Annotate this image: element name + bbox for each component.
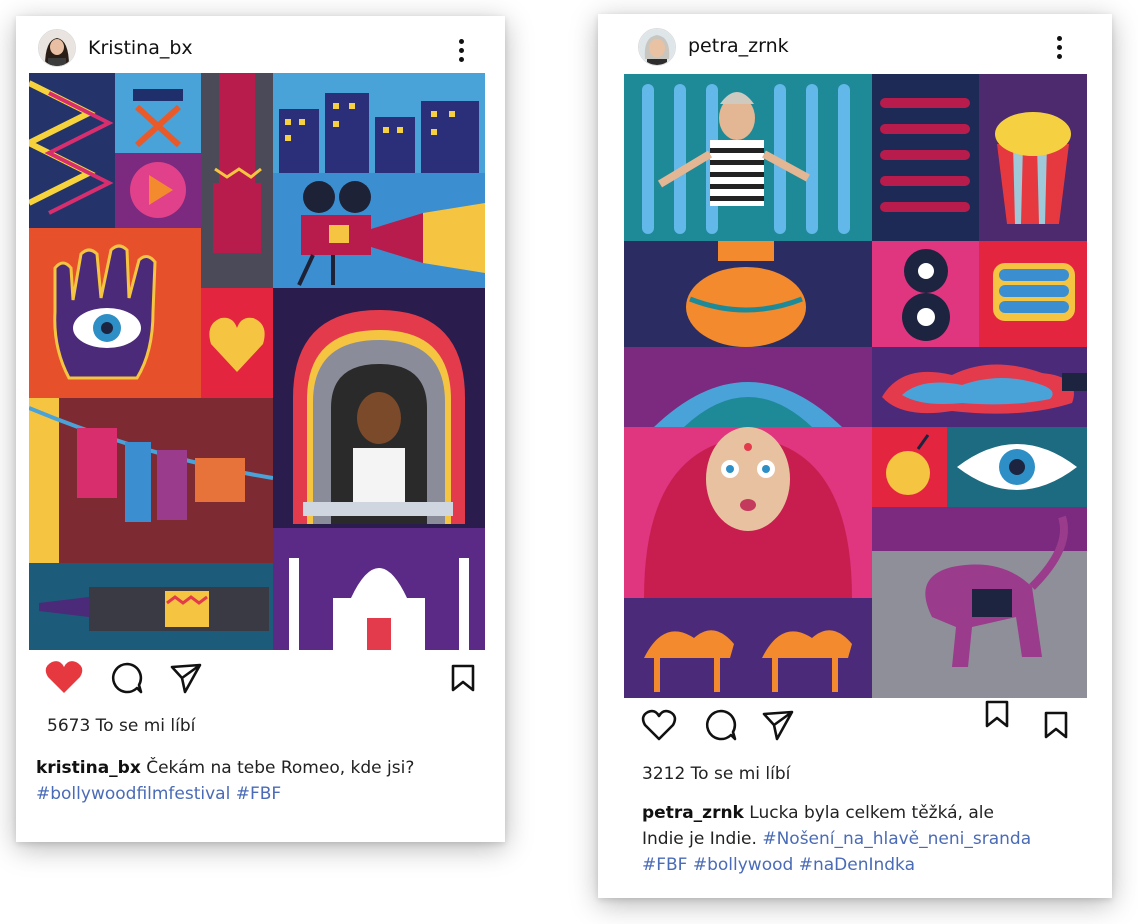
caption-text: Čekám na tebe Romeo, kde jsi? <box>140 758 415 778</box>
post-card-petra: petra_zrnk 3212 To se mi líbí petra_zrnk… <box>598 14 1112 898</box>
bookmark-icon[interactable] <box>1043 710 1069 740</box>
caption: kristina_bx Čekám na tebe Romeo, kde jsi… <box>36 755 496 807</box>
heart-icon[interactable] <box>640 708 678 742</box>
directors-chair-icon <box>115 73 201 153</box>
caption-username[interactable]: kristina_bx <box>36 758 141 778</box>
hand-tile <box>201 73 273 288</box>
post-image[interactable] <box>624 74 1087 698</box>
pot-icon <box>624 241 872 347</box>
film-camera-icon <box>273 173 485 288</box>
share-icon[interactable] <box>761 708 795 742</box>
avatar[interactable] <box>638 28 676 66</box>
girl-face-tile <box>624 427 872 598</box>
monkey-tile <box>872 507 1087 698</box>
hamsa-eye-icon <box>29 228 201 398</box>
popcorn-icon <box>979 74 1087 241</box>
more-icon[interactable] <box>457 39 465 65</box>
username[interactable]: Kristina_bx <box>88 37 193 59</box>
bomb-icon <box>872 427 947 507</box>
fist-icon <box>979 241 1087 347</box>
heart-tile <box>201 288 273 398</box>
post-header: petra_zrnk <box>598 14 1112 76</box>
window-arch-tile <box>273 288 485 528</box>
heart-icon[interactable] <box>44 659 84 695</box>
caption-text: Lucka byla celkem těžká, ale <box>743 803 994 823</box>
comment-icon[interactable] <box>110 661 144 695</box>
lines-tile <box>872 74 979 241</box>
striped-tile <box>624 74 872 241</box>
cloud-tile <box>872 347 1087 427</box>
comment-icon[interactable] <box>704 708 738 742</box>
more-icon[interactable] <box>1055 36 1063 62</box>
caption-username[interactable]: petra_zrnk <box>642 803 744 823</box>
share-icon[interactable] <box>169 661 203 695</box>
caption: petra_zrnk Lucka byla celkem těžká, ale … <box>642 800 1110 878</box>
clothesline-tile <box>29 398 273 563</box>
hashtag-inline[interactable]: #Nošení_na_hlavě_neni_sranda <box>762 829 1031 849</box>
likes-count[interactable]: 5673 To se mi líbí <box>47 716 195 736</box>
post-card-kristina: Kristina_bx 5673 To se mi líbí kristina_… <box>16 16 505 842</box>
bookmark-icon[interactable] <box>984 699 1010 729</box>
bottle-tile <box>29 563 273 650</box>
username[interactable]: petra_zrnk <box>688 35 789 57</box>
veil-top-tile <box>624 347 872 427</box>
post-header: Kristina_bx <box>16 16 505 78</box>
play-button-icon <box>115 153 201 228</box>
hashtags[interactable]: #bollywoodfilmfestival #FBF <box>36 784 281 804</box>
taj-mahal-icon <box>273 528 485 650</box>
bookmark-icon[interactable] <box>450 663 476 693</box>
hashtags[interactable]: #FBF #bollywood #naDenIndka <box>642 855 915 875</box>
eight-icon <box>872 241 979 347</box>
city-tile <box>273 73 485 173</box>
post-image[interactable] <box>29 73 485 650</box>
zigzag-tile <box>29 73 115 228</box>
eye-icon <box>947 427 1087 507</box>
caption-text-line2: Indie je Indie. <box>642 829 763 849</box>
avatar[interactable] <box>38 29 76 67</box>
camels-tile <box>624 598 872 698</box>
likes-count[interactable]: 3212 To se mi líbí <box>642 764 790 784</box>
